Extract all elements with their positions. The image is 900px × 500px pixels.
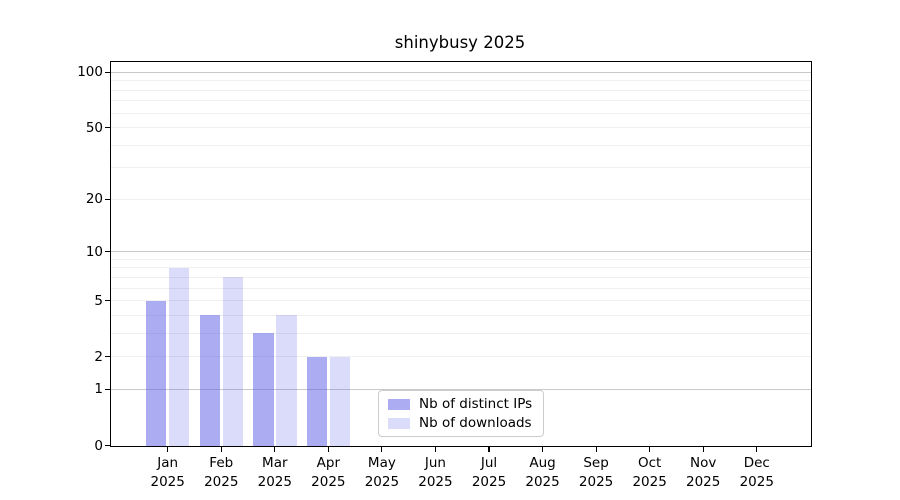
x-tick-mark [434, 446, 437, 452]
plot-area: 0 1 2 5 10 20 50 100 Jan 2025 Feb 2025 Mar 2025 Apr 202… [77, 61, 812, 490]
bar [145, 300, 167, 446]
bar [329, 356, 351, 446]
legend-swatch-distinct-ips-icon [388, 398, 410, 410]
legend-entry-distinct-ips: Nb of distinct IPs [388, 396, 543, 412]
bar [168, 267, 190, 446]
minor-gridline [111, 258, 811, 260]
x-tick-mark [381, 446, 383, 452]
x-tick-mark [167, 446, 169, 452]
chart-figure: shinybusy 2025 0 1 2 5 10 20 50 100 Jan 2025 Feb 20… [0, 0, 900, 500]
x-tick-mark [595, 446, 597, 452]
x-tick-mark [327, 446, 329, 452]
x-tick-mark [220, 446, 222, 452]
x-tick-label: Dec 2025 [715, 454, 799, 492]
minor-gridline [111, 112, 811, 114]
legend-entry-downloads: Nb of downloads [388, 415, 543, 431]
y-tick-label: 20 [85, 191, 103, 208]
bar [199, 315, 220, 446]
legend-label-distinct-ips: Nb of distinct IPs [419, 396, 533, 412]
major-gridline [111, 71, 811, 73]
x-tick-mark [274, 446, 276, 452]
minor-gridline [111, 267, 811, 269]
x-tick-mark [488, 446, 490, 452]
minor-gridline [111, 89, 811, 91]
x-tick-mark [702, 446, 704, 452]
minor-gridline [111, 300, 811, 302]
y-tick-label: 5 [94, 292, 103, 309]
bar [222, 277, 243, 446]
x-tick-mark [649, 446, 651, 452]
y-tick-mark [104, 198, 110, 201]
y-tick-label: 10 [85, 243, 103, 260]
y-tick-mark [104, 388, 110, 391]
minor-gridline [111, 198, 811, 200]
bar [276, 315, 297, 446]
x-tick-month: Dec [743, 454, 770, 471]
legend-swatch-downloads-icon [388, 417, 410, 429]
x-tick-mark [541, 446, 544, 452]
y-tick-mark [104, 251, 110, 253]
bar [253, 333, 274, 446]
minor-gridline [111, 127, 811, 129]
legend: Nb of distinct IPs Nb of downloads [378, 390, 544, 437]
x-tick-year: 2025 [739, 473, 774, 490]
minor-gridline [111, 144, 811, 146]
y-tick-label: 1 [94, 381, 103, 398]
minor-gridline [111, 167, 811, 169]
y-tick-label: 0 [94, 437, 103, 454]
y-tick-label: 2 [94, 348, 103, 365]
y-tick-mark [104, 444, 110, 447]
major-gridline [111, 251, 811, 253]
y-tick-mark [104, 127, 110, 129]
y-tick-label: 100 [77, 64, 103, 81]
bar [306, 356, 328, 446]
y-tick-mark [104, 356, 110, 358]
y-tick-mark [104, 300, 110, 302]
y-tick-label: 50 [85, 119, 103, 136]
chart-title: shinybusy 2025 [394, 33, 526, 52]
x-tick-mark [756, 446, 758, 452]
minor-gridline [111, 287, 811, 289]
legend-label-downloads: Nb of downloads [419, 415, 532, 431]
y-tick-mark [104, 71, 110, 74]
minor-gridline [111, 100, 811, 102]
minor-gridline [111, 80, 811, 82]
minor-gridline [111, 276, 811, 278]
